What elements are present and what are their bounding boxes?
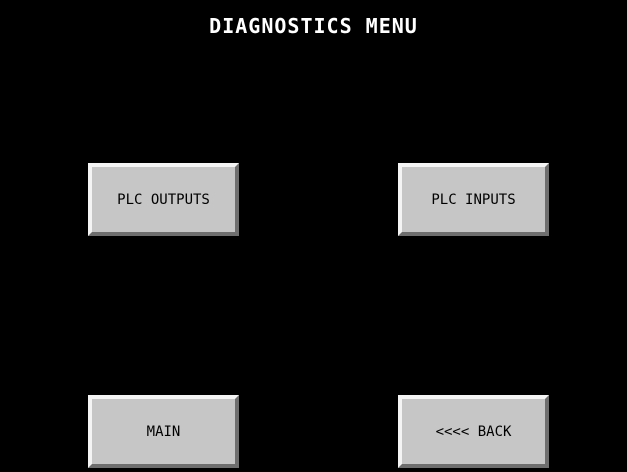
hmi-screen: DIAGNOSTICS MENU PLC OUTPUTS PLC INPUTS … bbox=[0, 0, 627, 472]
plc-inputs-button[interactable]: PLC INPUTS bbox=[398, 163, 549, 236]
back-button-label: <<<< BACK bbox=[435, 423, 512, 440]
plc-outputs-button-label: PLC OUTPUTS bbox=[117, 191, 210, 208]
page-title: DIAGNOSTICS MENU bbox=[209, 14, 418, 38]
back-button[interactable]: <<<< BACK bbox=[398, 395, 549, 468]
plc-inputs-button-label: PLC INPUTS bbox=[431, 191, 516, 208]
main-button[interactable]: MAIN bbox=[88, 395, 239, 468]
main-button-label: MAIN bbox=[146, 423, 181, 440]
plc-outputs-button[interactable]: PLC OUTPUTS bbox=[88, 163, 239, 236]
